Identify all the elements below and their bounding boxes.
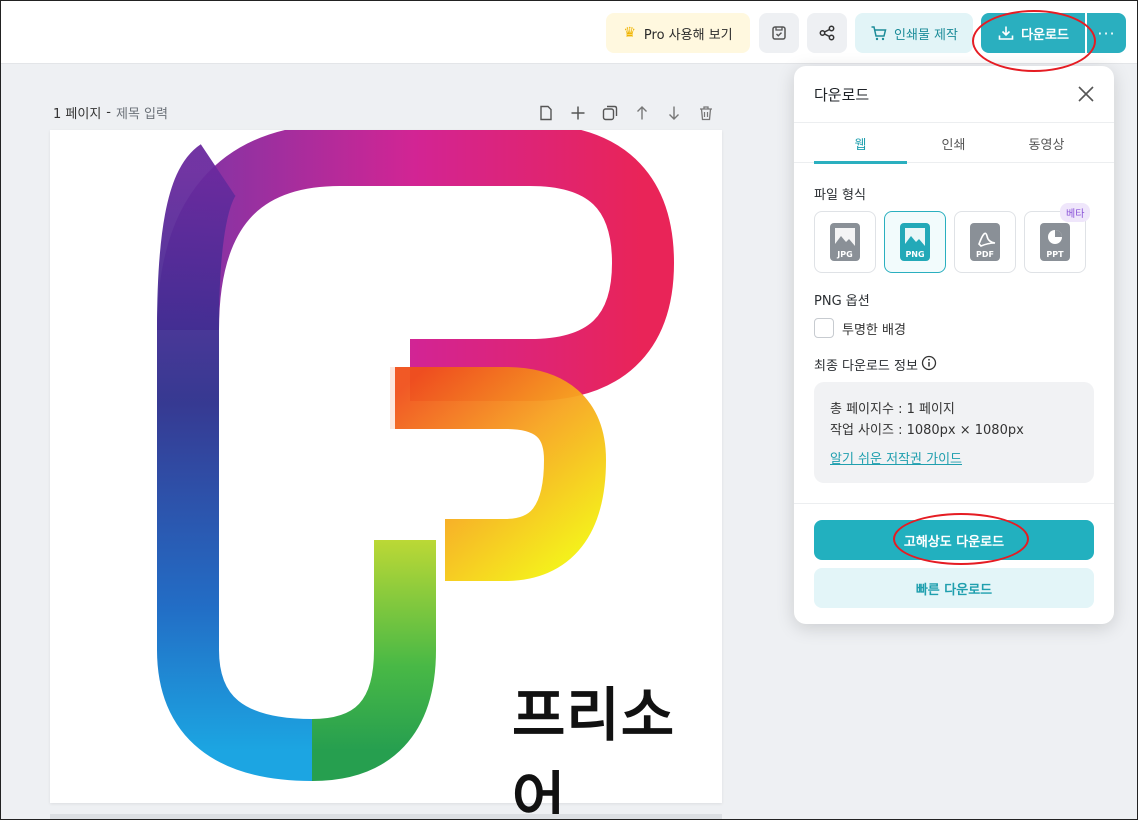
arrow-down-icon [669, 106, 679, 120]
arrow-up-icon [637, 106, 647, 120]
move-page-up-button[interactable] [631, 102, 653, 124]
tab-web[interactable]: 웹 [814, 123, 907, 164]
pro-trial-button[interactable]: ♛ Pro 사용해 보기 [606, 13, 750, 53]
page-title-input[interactable]: 제목 입력 [116, 103, 168, 122]
download-tabs: 웹 인쇄 동영상 [794, 122, 1114, 164]
add-page-button[interactable] [567, 102, 589, 124]
format-pdf-option[interactable]: PDF [954, 211, 1016, 273]
save-check-icon [772, 26, 786, 40]
top-bar: ♛ Pro 사용해 보기 인쇄물 제작 다운로드 ··· [0, 0, 1138, 64]
more-dots-icon: ··· [1097, 23, 1116, 43]
delete-page-button[interactable] [695, 102, 717, 124]
ppt-file-icon: PPT [1040, 223, 1070, 261]
print-order-button[interactable]: 인쇄물 제작 [855, 13, 973, 53]
ppt-text: PPT [1046, 250, 1064, 259]
cart-icon [871, 26, 887, 41]
jpg-text: JPG [836, 250, 852, 259]
info-icon[interactable] [921, 355, 937, 371]
duplicate-icon [602, 105, 618, 121]
share-button[interactable] [807, 13, 847, 53]
memo-icon [540, 105, 552, 121]
format-jpg-option[interactable]: JPG [814, 211, 876, 273]
png-options-label: PNG 옵션 [814, 294, 870, 309]
close-icon [1078, 86, 1094, 102]
download-panel: 다운로드 웹 인쇄 동영상 파일 형식 JPG PNG PDF PPT 베타 P… [794, 66, 1114, 624]
quick-download-button[interactable]: 빠른 다운로드 [814, 568, 1094, 608]
download-panel-title: 다운로드 [814, 86, 870, 104]
close-panel-button[interactable] [1076, 84, 1096, 104]
more-options-button[interactable]: ··· [1087, 13, 1126, 53]
move-page-down-button[interactable] [663, 102, 685, 124]
trash-icon [700, 106, 712, 121]
print-order-label: 인쇄물 제작 [894, 27, 958, 43]
pdf-file-icon: PDF [970, 223, 1000, 261]
high-res-download-button[interactable]: 고해상도 다운로드 [814, 520, 1094, 560]
png-file-icon: PNG [900, 223, 930, 261]
high-res-download-label: 고해상도 다운로드 [903, 534, 1005, 550]
page-number-label: 1 페이지 [53, 107, 102, 122]
transparent-background-label[interactable]: 투명한 배경 [842, 319, 906, 338]
file-format-label: 파일 형식 [814, 188, 866, 203]
download-label: 다운로드 [1021, 27, 1069, 43]
final-info-label: 최종 다운로드 정보 [814, 359, 918, 374]
panel-divider [794, 503, 1114, 504]
save-button[interactable] [759, 13, 799, 53]
beta-badge: 베타 [1060, 203, 1091, 222]
download-button[interactable]: 다운로드 [981, 13, 1085, 53]
download-icon [998, 26, 1014, 40]
transparent-background-checkbox[interactable] [814, 318, 834, 338]
duplicate-page-button[interactable] [599, 102, 621, 124]
share-icon [819, 25, 835, 41]
page-toolbar [535, 102, 717, 124]
png-text: PNG [905, 250, 924, 259]
brand-text[interactable]: 프리소어 [512, 668, 722, 820]
next-page-preview[interactable] [50, 814, 722, 820]
crown-icon: ♛ [623, 25, 636, 41]
pdf-text: PDF [976, 250, 994, 259]
work-size-text: 작업 사이즈 : 1080px × 1080px [830, 423, 1024, 438]
format-png-option[interactable]: PNG [884, 211, 946, 273]
plus-icon [571, 106, 585, 120]
design-canvas[interactable]: 프리소어 [50, 130, 722, 820]
jpg-file-icon: JPG [830, 223, 860, 261]
quick-download-label: 빠른 다운로드 [915, 582, 993, 598]
page-header: 1 페이지 - 제목 입력 [53, 103, 168, 122]
copyright-guide-link[interactable]: 알기 쉬운 저작권 가이드 [830, 448, 962, 467]
download-info-box: 총 페이지수 : 1 페이지 작업 사이즈 : 1080px × 1080px … [814, 382, 1094, 483]
tab-print[interactable]: 인쇄 [907, 123, 1000, 163]
page-title-separator: - [106, 105, 111, 120]
total-pages-text: 총 페이지수 : 1 페이지 [830, 402, 955, 417]
pro-trial-label: Pro 사용해 보기 [643, 27, 733, 43]
add-memo-button[interactable] [535, 102, 557, 124]
tab-video[interactable]: 동영상 [1000, 123, 1093, 163]
